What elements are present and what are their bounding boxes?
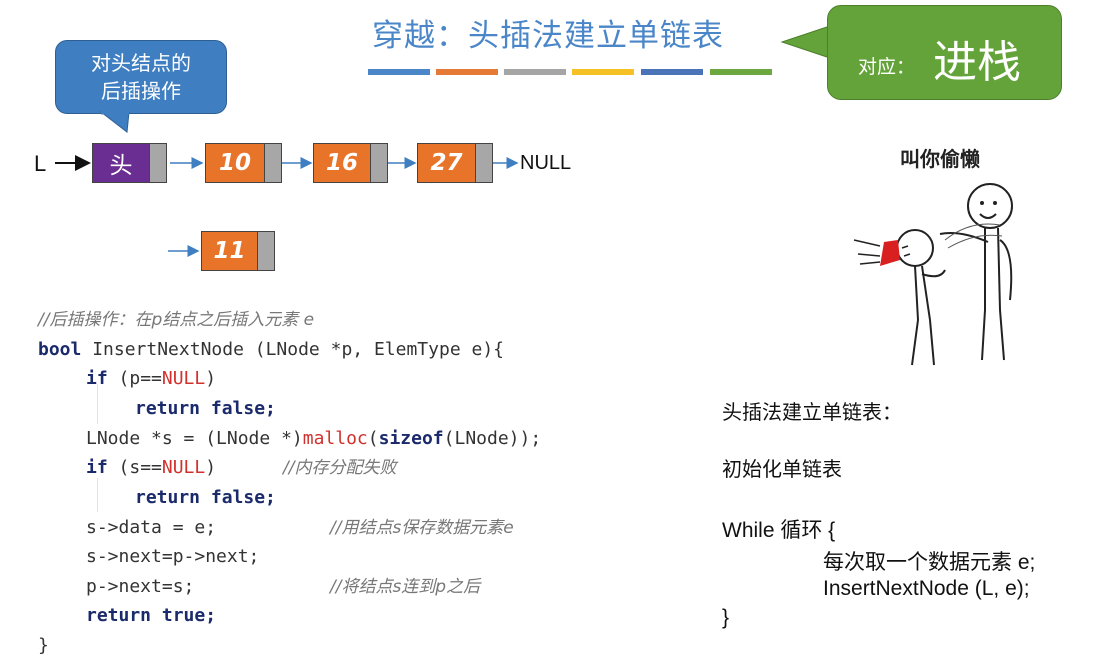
code-line-link: p->next=s;: [86, 576, 195, 597]
code-line-if: if (p==NULL): [86, 365, 216, 393]
node-pointer: [265, 143, 282, 183]
node-pointer: [476, 143, 493, 183]
node-pointer: [258, 231, 275, 271]
list-node: 10: [205, 143, 282, 183]
list-node: 27: [417, 143, 493, 183]
node-data: 27: [417, 143, 476, 183]
code-line-signature: bool InsertNextNode (LNode *p, ElemType …: [38, 336, 504, 364]
code-line-close: }: [38, 635, 49, 656]
node-data: 头: [92, 143, 150, 183]
code-line-alloc: LNode *s = (LNode *)malloc(sizeof(LNode)…: [86, 425, 541, 453]
head-node: 头: [92, 143, 167, 183]
algorithm-body: 每次取一个数据元素 e;: [823, 551, 1036, 574]
algorithm-while: While 循环 {: [722, 519, 836, 542]
code-keyword: if: [86, 368, 108, 389]
code-text: (p==: [107, 368, 162, 389]
code-text: InsertNextNode (LNode *p, ElemType e){: [81, 339, 504, 360]
node-data: 10: [205, 143, 265, 183]
meme-illustration: [853, 183, 1013, 366]
algorithm-heading: 头插法建立单链表：: [722, 400, 902, 424]
code-text: (LNode));: [443, 428, 542, 449]
code-text: ): [205, 368, 217, 389]
node-pointer: [150, 143, 167, 183]
code-text: LNode *s = (LNode *): [86, 428, 303, 449]
code-function: malloc: [302, 428, 368, 449]
code-keyword: if: [86, 457, 108, 478]
code-comment: //内存分配失败: [283, 458, 397, 478]
code-text: ): [205, 457, 217, 478]
new-node: 11: [201, 231, 275, 271]
code-text: (: [367, 428, 379, 449]
node-data: 16: [313, 143, 371, 183]
algorithm-close: }: [722, 606, 730, 629]
code-line-if: if (s==NULL): [86, 454, 216, 482]
algorithm-init: 初始化单链表: [722, 457, 842, 481]
code-comment: //后插操作：在p结点之后插入元素 e: [38, 310, 315, 330]
code-comment: //用结点s保存数据元素e: [330, 518, 514, 538]
null-label: NULL: [520, 152, 572, 174]
code-line-return: return false;: [135, 487, 276, 508]
list-node: 16: [313, 143, 388, 183]
code-line-assign: s->data = e;: [86, 517, 217, 538]
code-keyword: sizeof: [378, 428, 444, 449]
code-line-assign: s->next=p->next;: [86, 546, 260, 567]
code-line-return: return true;: [86, 605, 217, 626]
code-text: (s==: [107, 457, 162, 478]
node-data: 11: [201, 231, 258, 271]
code-keyword: bool: [38, 339, 82, 360]
node-pointer: [371, 143, 388, 183]
code-null: NULL: [161, 457, 206, 478]
indent-guide: [97, 478, 98, 512]
code-comment: //将结点s连到p之后: [330, 577, 481, 597]
meme-caption: 叫你偷懒: [900, 147, 980, 171]
code-line-return: return false;: [135, 398, 276, 419]
code-null: NULL: [161, 368, 206, 389]
algorithm-body: InsertNextNode (L, e);: [823, 577, 1030, 600]
